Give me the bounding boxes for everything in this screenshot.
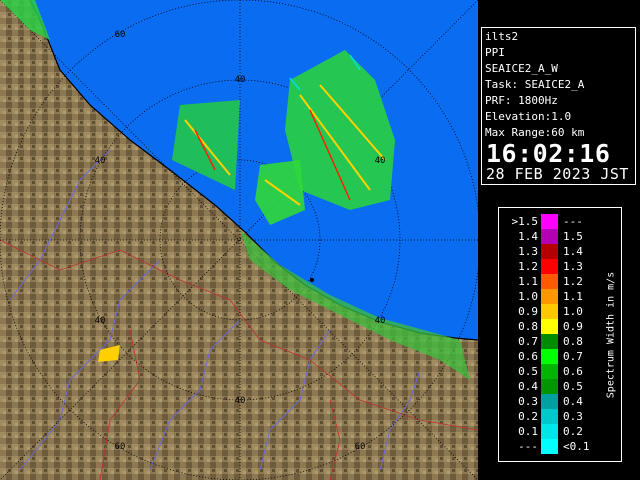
range-label: 40 xyxy=(375,156,386,166)
legend-upper-label: 0.2 xyxy=(563,425,583,438)
scan-date: 28 FEB 2023 JST xyxy=(486,165,629,183)
legend-swatch xyxy=(541,334,558,349)
range-label: 60 xyxy=(115,442,126,452)
legend-lower-label: 1.4 xyxy=(518,230,538,243)
legend-row: 0.8 0.9 xyxy=(499,319,621,334)
legend-lower-label: 1.3 xyxy=(518,245,538,258)
legend-swatch xyxy=(541,379,558,394)
scan-name: SEAICE2_A_W xyxy=(485,62,558,75)
legend-row: 1.3 1.4 xyxy=(499,244,621,259)
legend-upper-label: 0.4 xyxy=(563,395,583,408)
max-range-value: Max Range:60 km xyxy=(485,126,585,139)
range-label: 40 xyxy=(235,75,246,85)
legend-upper-label: 0.9 xyxy=(563,320,583,333)
legend-title: Spectrum Width in m/s xyxy=(605,271,617,399)
legend-row: 0.3 0.4 xyxy=(499,394,621,409)
legend-upper-label: 1.0 xyxy=(563,305,583,318)
legend-upper-label: 0.6 xyxy=(563,365,583,378)
legend-upper-label: 1.2 xyxy=(563,275,583,288)
legend-lower-label: 0.3 xyxy=(518,395,538,408)
legend-swatch xyxy=(541,229,558,244)
range-label: 60 xyxy=(355,442,366,452)
legend-row: --- <0.1 xyxy=(499,439,621,454)
legend-upper-label: 0.8 xyxy=(563,335,583,348)
range-label: 40 xyxy=(95,316,106,326)
range-label: 60 xyxy=(115,30,126,40)
legend-row: 0.6 0.7 xyxy=(499,349,621,364)
legend-swatch xyxy=(541,439,558,454)
legend-upper-label: 1.5 xyxy=(563,230,583,243)
legend-upper-label: 0.3 xyxy=(563,410,583,423)
legend-lower-label: 1.1 xyxy=(518,275,538,288)
scan-mode: PPI xyxy=(485,46,505,59)
legend-lower-label: 0.5 xyxy=(518,365,538,378)
radar-site-marker xyxy=(310,278,314,282)
legend-lower-label: 0.1 xyxy=(518,425,538,438)
legend-row: 0.2 0.3 xyxy=(499,409,621,424)
legend-swatch xyxy=(541,274,558,289)
legend-swatch xyxy=(541,259,558,274)
site-name: ilts2 xyxy=(485,30,519,43)
legend-upper-label: --- xyxy=(563,215,583,228)
legend-swatch xyxy=(541,424,558,439)
legend-row: >1.5 --- xyxy=(499,214,621,229)
legend-lower-label: 0.8 xyxy=(518,320,538,333)
legend-lower-label: 0.9 xyxy=(518,305,538,318)
legend-lower-label: >1.5 xyxy=(511,215,539,228)
legend-lower-label: 0.7 xyxy=(518,335,538,348)
legend-row: 0.7 0.8 xyxy=(499,334,621,349)
legend-row: 1.1 1.2 xyxy=(499,274,621,289)
range-label: 40 xyxy=(235,396,246,406)
legend-row: 0.5 0.6 xyxy=(499,364,621,379)
legend-upper-label: 1.4 xyxy=(563,245,583,258)
color-legend: >1.5 --- 1.4 1.5 1.3 1.4 1.2 1.3 1.1 1.2 1.0 1.1 0.9… xyxy=(498,207,622,462)
legend-swatch xyxy=(541,244,558,259)
legend-lower-label: 1.0 xyxy=(518,290,538,303)
range-label: 40 xyxy=(375,316,386,326)
legend-row: 0.9 1.0 xyxy=(499,304,621,319)
legend-lower-label: 1.2 xyxy=(518,260,538,273)
legend-lower-label: 0.2 xyxy=(518,410,538,423)
legend-upper-label: 1.1 xyxy=(563,290,583,303)
legend-swatch xyxy=(541,319,558,334)
legend-row: 0.1 0.2 xyxy=(499,424,621,439)
legend-lower-label: 0.4 xyxy=(518,380,538,393)
scan-time: 16:02:16 xyxy=(486,139,611,168)
range-label: 40 xyxy=(95,156,106,166)
elevation-value: Elevation:1.0 xyxy=(485,110,572,123)
legend-row: 1.2 1.3 xyxy=(499,259,621,274)
task-name: Task: SEAICE2_A xyxy=(485,78,585,91)
legend-upper-label: 1.3 xyxy=(563,260,583,273)
legend-swatch xyxy=(541,409,558,424)
legend-lower-label: --- xyxy=(518,440,538,453)
legend-row: 0.4 0.5 xyxy=(499,379,621,394)
legend-row: 1.0 1.1 xyxy=(499,289,621,304)
legend-upper-label: 0.7 xyxy=(563,350,583,363)
legend-swatch xyxy=(541,304,558,319)
legend-upper-label: <0.1 xyxy=(563,440,590,453)
legend-swatch xyxy=(541,214,558,229)
legend-row: 1.4 1.5 xyxy=(499,229,621,244)
legend-swatch xyxy=(541,349,558,364)
radar-map: 60 40 40 40 40 40 40 60 60 xyxy=(0,0,478,480)
legend-swatch xyxy=(541,394,558,409)
info-panel: ilts2 PPI SEAICE2_A_W Task: SEAICE2_A PR… xyxy=(481,27,636,185)
legend-lower-label: 0.6 xyxy=(518,350,538,363)
legend-swatch xyxy=(541,364,558,379)
legend-swatch xyxy=(541,289,558,304)
prf-value: PRF: 1800Hz xyxy=(485,94,558,107)
legend-upper-label: 0.5 xyxy=(563,380,583,393)
